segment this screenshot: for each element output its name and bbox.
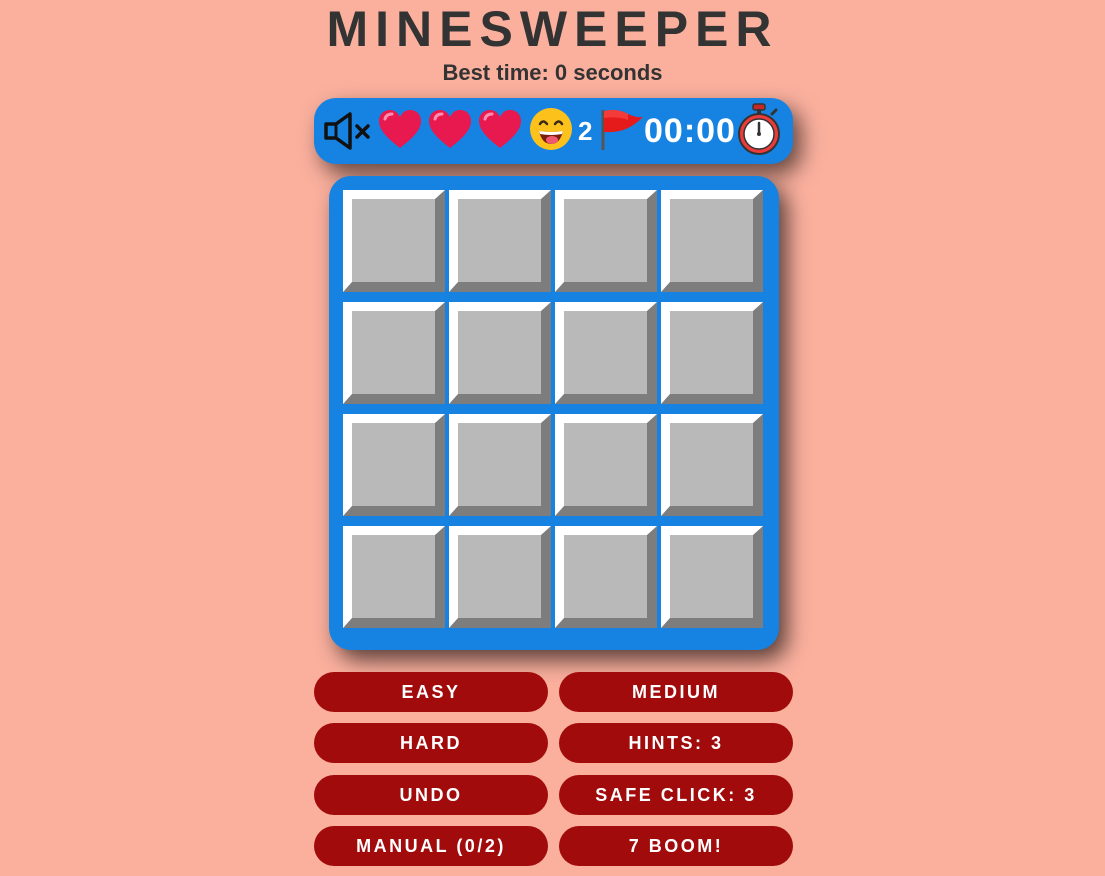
medium-button[interactable]: MEDIUM — [559, 672, 793, 712]
board-cell[interactable] — [343, 302, 445, 404]
board-cell[interactable] — [343, 414, 445, 516]
speaker-muted-icon[interactable] — [322, 111, 372, 151]
hard-button[interactable]: HARD — [314, 723, 548, 763]
red-flag-icon — [601, 110, 643, 150]
board-cell[interactable] — [661, 190, 763, 292]
board-cell[interactable] — [555, 302, 657, 404]
flag-count: 2 — [578, 116, 593, 146]
board-cell[interactable] — [555, 414, 657, 516]
board-cell[interactable] — [449, 526, 551, 628]
undo-button[interactable]: UNDO — [314, 775, 548, 815]
game-board — [329, 176, 779, 650]
board-cell[interactable] — [343, 526, 445, 628]
board-cell[interactable] — [661, 302, 763, 404]
heart-icon — [429, 110, 471, 148]
stopwatch-icon — [738, 103, 780, 155]
manual-button[interactable]: MANUAL (0/2) — [314, 826, 548, 866]
timer-display: 00:00 — [644, 112, 736, 150]
easy-button[interactable]: EASY — [314, 672, 548, 712]
heart-icon — [479, 110, 521, 148]
status-bar: 2 00:00 — [314, 98, 793, 164]
board-cell[interactable] — [449, 414, 551, 516]
board-cell[interactable] — [661, 414, 763, 516]
hints-button[interactable]: HINTS: 3 — [559, 723, 793, 763]
best-time-label: Best time: 0 seconds — [442, 60, 663, 85]
board-cell[interactable] — [661, 526, 763, 628]
board-cell[interactable] — [555, 190, 657, 292]
seven-boom-button[interactable]: 7 BOOM! — [559, 826, 793, 866]
cell-grid — [343, 190, 764, 629]
board-cell[interactable] — [555, 526, 657, 628]
board-cell[interactable] — [449, 190, 551, 292]
heart-icon — [379, 110, 421, 148]
safe-click-button[interactable]: SAFE CLICK: 3 — [559, 775, 793, 815]
smiley-tongue-icon[interactable] — [529, 107, 573, 151]
board-cell[interactable] — [449, 302, 551, 404]
page-title: MINESWEEPER — [326, 1, 779, 57]
board-cell[interactable] — [343, 190, 445, 292]
